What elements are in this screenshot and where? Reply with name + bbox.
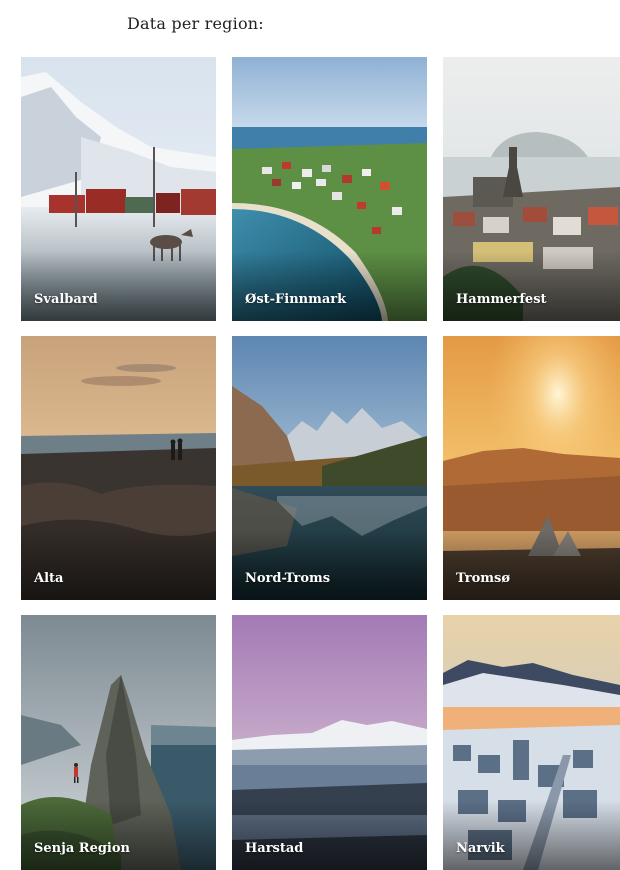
region-card-harstad[interactable]: Harstad [232, 615, 427, 870]
region-label: Hammerfest [456, 292, 547, 307]
section-heading: Data per region: [127, 14, 264, 33]
region-card-svalbard[interactable]: Svalbard [21, 57, 216, 321]
region-label: Senja Region [34, 841, 130, 856]
region-card-hammerfest[interactable]: Hammerfest [443, 57, 620, 321]
region-label: Nord-Troms [245, 571, 331, 586]
region-label: Tromsø [456, 571, 510, 586]
region-card-alta[interactable]: Alta [21, 336, 216, 600]
region-label: Narvik [456, 841, 505, 856]
region-label: Harstad [245, 841, 304, 856]
region-label: Svalbard [34, 292, 98, 307]
region-card-narvik[interactable]: Narvik [443, 615, 620, 870]
region-card-senja-region[interactable]: Senja Region [21, 615, 216, 870]
region-card-tromso[interactable]: Tromsø [443, 336, 620, 600]
region-label: Alta [34, 571, 64, 586]
region-card-ost-finnmark[interactable]: Øst-Finnmark [232, 57, 427, 321]
region-card-nord-troms[interactable]: Nord-Troms [232, 336, 427, 600]
region-label: Øst-Finnmark [245, 292, 347, 307]
